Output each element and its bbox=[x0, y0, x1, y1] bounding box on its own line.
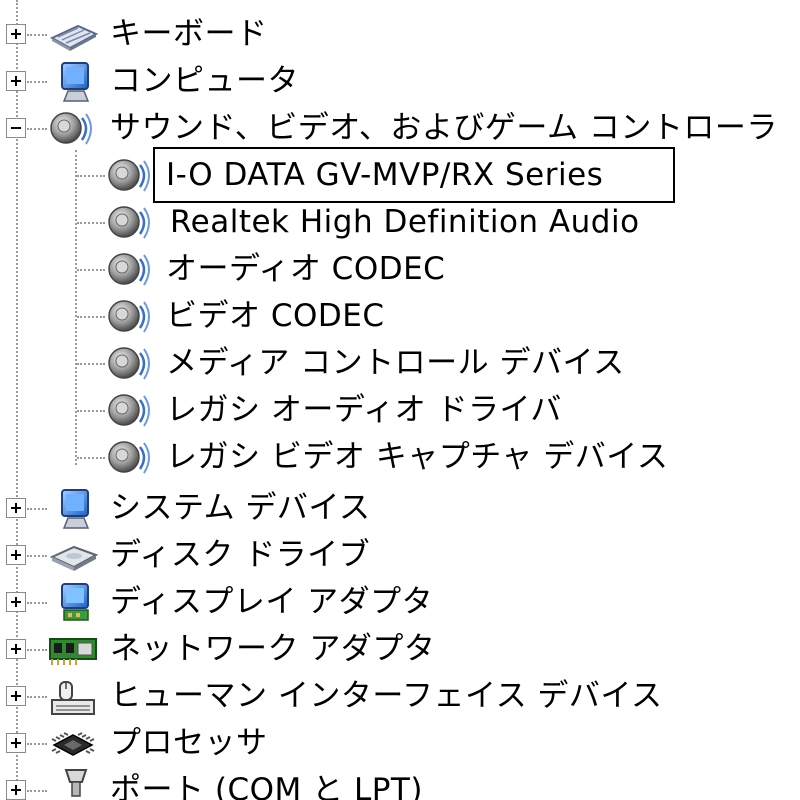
tree-item-label: ディスク ドライブ bbox=[110, 537, 371, 573]
tree-connector bbox=[77, 175, 105, 177]
tree-item-label: メディア コントロール デバイス bbox=[166, 345, 625, 381]
tree-connector bbox=[77, 269, 105, 271]
speaker-icon bbox=[106, 343, 150, 383]
expand-button[interactable] bbox=[6, 686, 26, 706]
tree-item-device[interactable]: ビデオ CODEC bbox=[0, 294, 800, 341]
tree-connector bbox=[27, 602, 47, 604]
expand-button[interactable] bbox=[6, 545, 26, 565]
expand-button[interactable] bbox=[6, 71, 26, 91]
speaker-icon bbox=[48, 108, 92, 148]
expand-button[interactable] bbox=[6, 733, 26, 753]
tree-item-network-adapters[interactable]: ネットワーク アダプタ bbox=[0, 627, 800, 674]
tree-connector bbox=[27, 790, 47, 792]
tree-connector bbox=[77, 363, 105, 365]
tree-item-label: ポート (COM と LPT) bbox=[110, 772, 423, 800]
tree-item-keyboard[interactable]: キーボード bbox=[0, 12, 800, 59]
collapse-button[interactable] bbox=[6, 118, 26, 138]
tree-item-processors[interactable]: プロセッサ bbox=[0, 721, 800, 768]
tree-connector bbox=[27, 555, 47, 557]
expand-button[interactable] bbox=[6, 498, 26, 518]
disk-drive-icon bbox=[48, 537, 99, 577]
tree-connector bbox=[27, 508, 47, 510]
network-adapter-icon bbox=[48, 633, 97, 673]
tree-connector bbox=[27, 81, 47, 83]
tree-item-label: ネットワーク アダプタ bbox=[110, 631, 436, 667]
tree-item-device[interactable]: レガシ ビデオ キャプチャ デバイス bbox=[0, 435, 800, 482]
selection-focus-rect bbox=[153, 147, 675, 203]
tree-item-label: オーディオ CODEC bbox=[166, 251, 446, 287]
tree-item-label: レガシ ビデオ キャプチャ デバイス bbox=[166, 439, 669, 475]
tree-connector bbox=[27, 34, 47, 36]
display-adapter-icon bbox=[56, 582, 100, 622]
tree-connector bbox=[27, 649, 47, 651]
speaker-icon bbox=[106, 249, 150, 289]
tree-item-ports[interactable]: ポート (COM と LPT) bbox=[0, 768, 800, 800]
tree-connector bbox=[77, 457, 105, 459]
tree-connector bbox=[77, 222, 105, 224]
tree-item-human-interface-devices[interactable]: ヒューマン インターフェイス デバイス bbox=[0, 674, 800, 721]
tree-item-device[interactable]: オーディオ CODEC bbox=[0, 247, 800, 294]
tree-item-system-devices[interactable]: システム デバイス bbox=[0, 486, 800, 533]
tree-connector bbox=[77, 316, 105, 318]
expand-button[interactable] bbox=[6, 639, 26, 659]
speaker-icon bbox=[106, 155, 150, 195]
tree-connector bbox=[27, 743, 47, 745]
speaker-icon bbox=[106, 437, 150, 477]
port-icon bbox=[56, 768, 100, 800]
tree-item-disk-drives[interactable]: ディスク ドライブ bbox=[0, 533, 800, 580]
tree-connector bbox=[27, 128, 47, 130]
speaker-icon bbox=[106, 202, 150, 242]
tree-item-computer[interactable]: コンピュータ bbox=[0, 59, 800, 106]
speaker-icon bbox=[106, 390, 150, 430]
tree-connector bbox=[27, 696, 47, 698]
speaker-icon bbox=[106, 296, 150, 336]
tree-item-label: プロセッサ bbox=[110, 725, 268, 761]
expand-button[interactable] bbox=[6, 592, 26, 612]
tree-item-label: コンピュータ bbox=[110, 63, 299, 99]
tree-item-display-adapters[interactable]: ディスプレイ アダプタ bbox=[0, 580, 800, 627]
tree-item-label: システム デバイス bbox=[110, 490, 371, 526]
expand-button[interactable] bbox=[6, 780, 26, 800]
tree-connector bbox=[77, 410, 105, 412]
tree-item-label: ヒューマン インターフェイス デバイス bbox=[110, 678, 663, 714]
tree-item-sound-video-game[interactable]: サウンド、ビデオ、およびゲーム コントローラ bbox=[0, 106, 800, 153]
tree-item-label: キーボード bbox=[110, 16, 268, 52]
tree-item-device[interactable]: レガシ オーディオ ドライバ bbox=[0, 388, 800, 435]
processor-icon bbox=[48, 725, 95, 765]
tree-item-device[interactable]: メディア コントロール デバイス bbox=[0, 341, 800, 388]
tree-item-label: ディスプレイ アダプタ bbox=[110, 584, 434, 620]
tree-item-device[interactable]: Realtek High Definition Audio bbox=[0, 200, 800, 247]
hid-icon bbox=[48, 678, 95, 718]
tree-item-label: サウンド、ビデオ、およびゲーム コントローラ bbox=[110, 110, 778, 146]
system-device-icon bbox=[56, 488, 100, 529]
tree-item-label: ビデオ CODEC bbox=[166, 298, 385, 334]
tree-item-label: レガシ オーディオ ドライバ bbox=[166, 392, 562, 428]
expand-button[interactable] bbox=[6, 24, 26, 44]
keyboard-icon bbox=[48, 16, 99, 56]
tree-item-label: Realtek High Definition Audio bbox=[170, 204, 640, 240]
computer-icon bbox=[56, 61, 100, 102]
